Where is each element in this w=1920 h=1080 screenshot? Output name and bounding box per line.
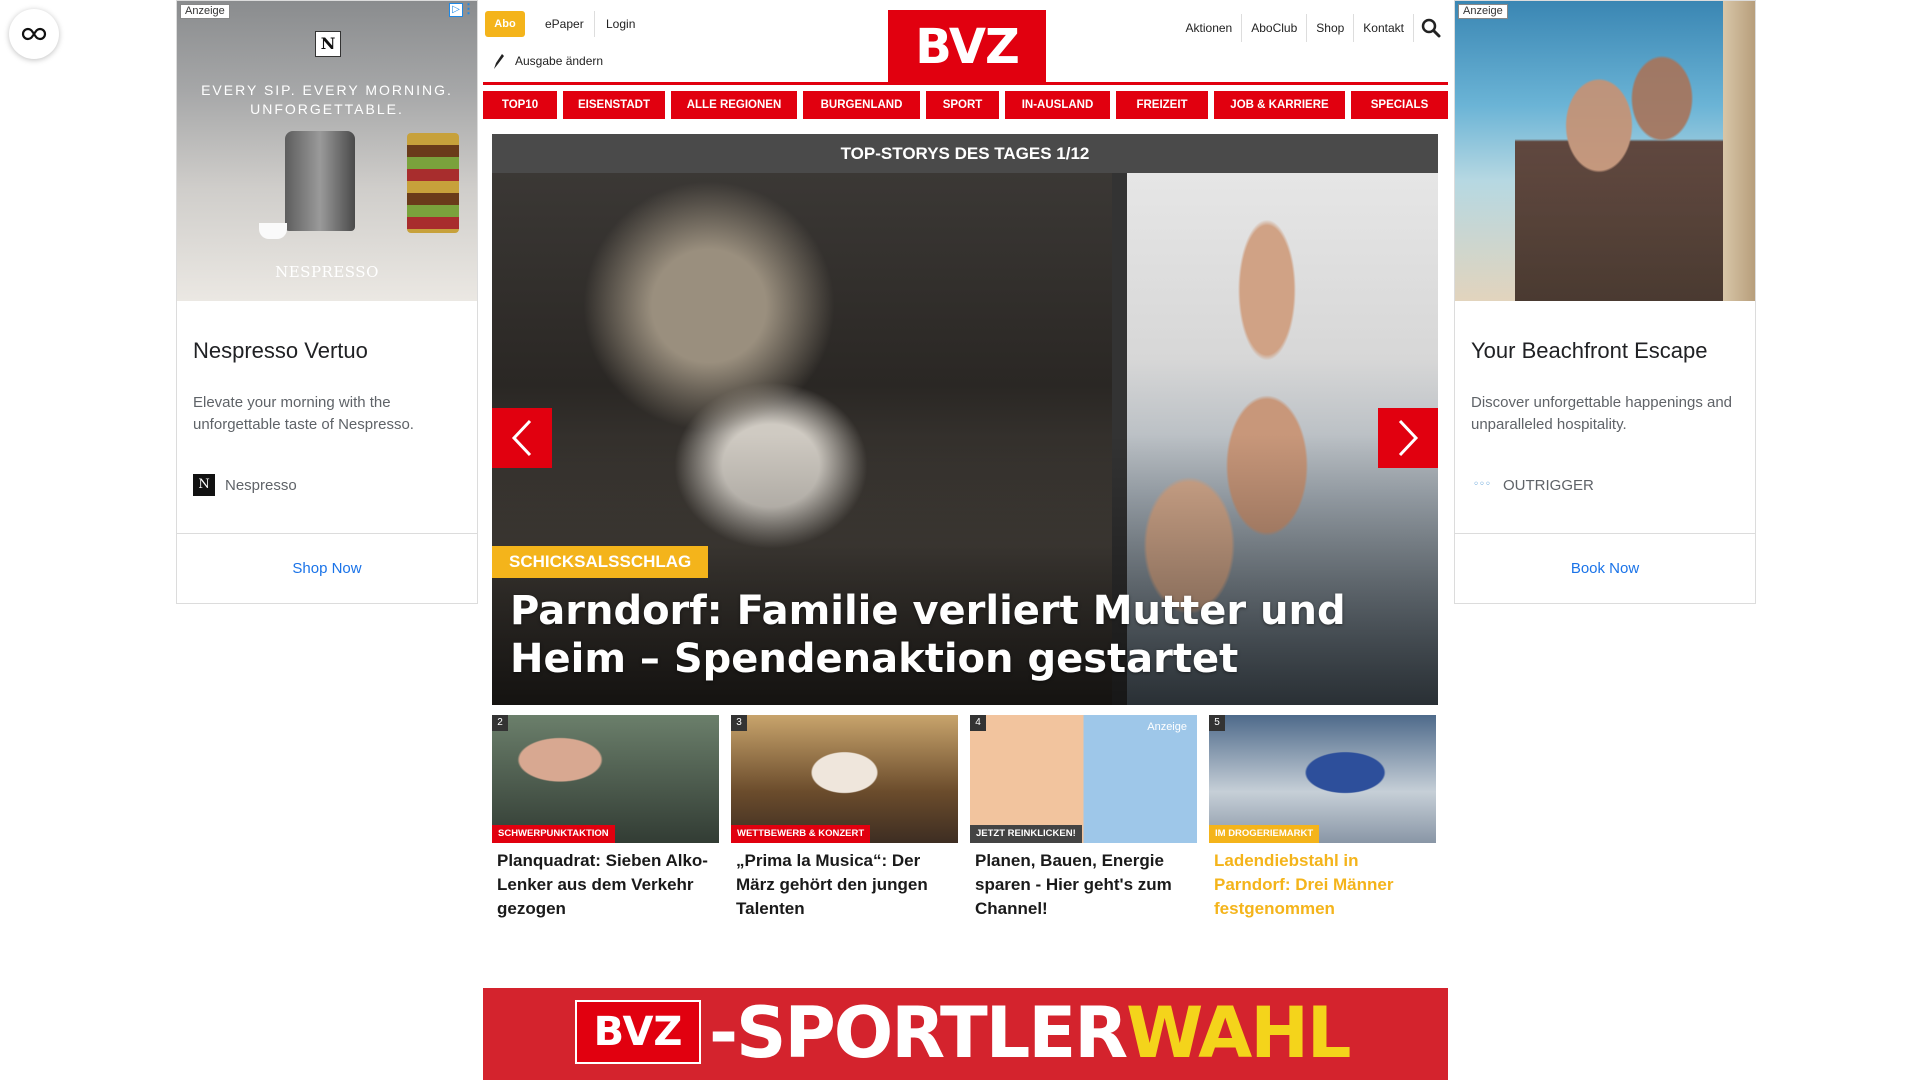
banner-text-yellow: WAHL — [1126, 992, 1351, 1074]
teaser-title[interactable]: Ladendiebstahl in Parndorf: Drei Männer … — [1209, 849, 1436, 921]
ad-description: Elevate your morning with the unforgetta… — [193, 394, 414, 433]
site-header: Abo ePaper Login Ausgabe ändern BVZ Akti… — [483, 0, 1448, 88]
capsules-image — [407, 133, 459, 233]
teaser-card[interactable]: 4 Anzeige JETZT REINKLICKEN! Planen, Bau… — [970, 715, 1197, 925]
accessibility-toggle-button[interactable] — [9, 9, 59, 59]
cup-image — [259, 223, 287, 239]
nav-alle-regionen[interactable]: ALLE REGIONEN — [671, 91, 797, 119]
teaser-number: 3 — [731, 715, 747, 731]
left-ad[interactable]: Anzeige ▷ ⋮ N EVERY SIP. EVERY MORNING. … — [176, 0, 478, 604]
right-ad[interactable]: Anzeige ▷ ⋮ Your Beachfront Escape Disco… — [1454, 0, 1756, 604]
top-story-slider[interactable]: TOP-STORYS DES TAGES 1/12 SCHICKSALSSCHL… — [492, 134, 1438, 705]
edition-change-link[interactable]: Ausgabe ändern — [491, 52, 603, 70]
story-kicker: SCHICKSALSSCHLAG — [492, 546, 709, 578]
banner-bvz-logo: BVZ — [575, 1000, 701, 1064]
abo-button[interactable]: Abo — [485, 11, 525, 37]
advertiser-name: Nespresso — [225, 476, 297, 494]
nespresso-logo: N — [315, 31, 341, 57]
teaser-badge: SCHWERPUNKTAKTION — [492, 825, 615, 843]
banner-text-white: -SPORTLER — [709, 992, 1128, 1074]
teaser-ad-label: Anzeige — [1147, 721, 1187, 733]
edit-pen-icon — [494, 54, 504, 69]
advertiser-logo: N — [193, 474, 215, 496]
teaser-title[interactable]: Planen, Bauen, Energie sparen - Hier geh… — [970, 849, 1197, 921]
search-icon — [1421, 18, 1441, 38]
nespresso-wordmark: NESPRESSO — [275, 263, 379, 281]
nav-eisenstadt[interactable]: EISENSTADT — [563, 91, 665, 119]
aktionen-link[interactable]: Aktionen — [1177, 14, 1243, 42]
teaser-title[interactable]: „Prima la Musica“: Der März gehört den j… — [731, 849, 958, 921]
teaser-image[interactable]: 2 SCHWERPUNKTAKTION — [492, 715, 719, 843]
teaser-card[interactable]: 5 IM DROGERIEMARKT Ladendiebstahl in Par… — [1209, 715, 1436, 925]
banner-headline: -SPORTLERWAHL — [709, 992, 1352, 1074]
teaser-image[interactable]: 3 WETTBEWERB & KONZERT — [731, 715, 958, 843]
divider — [594, 11, 595, 37]
chevron-right-icon — [1398, 419, 1419, 457]
story-headline[interactable]: Parndorf: Familie verliert Mutter und He… — [510, 587, 1425, 683]
book-now-button[interactable]: Book Now — [1455, 533, 1755, 603]
shop-link[interactable]: Shop — [1307, 14, 1355, 42]
bvz-logo[interactable]: BVZ — [888, 10, 1046, 84]
teaser-row: 2 SCHWERPUNKTAKTION Planquadrat: Sieben … — [492, 715, 1438, 925]
coffee-machine-image — [285, 131, 355, 231]
login-link[interactable]: Login — [606, 11, 635, 37]
pillar-decoration — [1723, 1, 1755, 301]
service-links: Aktionen AboClub Shop Kontakt — [1177, 14, 1448, 42]
ad-image-nespresso[interactable]: Anzeige ▷ ⋮ N EVERY SIP. EVERY MORNING. … — [177, 1, 477, 301]
sportlerwahl-banner[interactable]: BVZ -SPORTLERWAHL — [483, 988, 1448, 1080]
adchoices-icon[interactable]: ▷ — [449, 3, 463, 17]
ad-label: Anzeige — [1458, 4, 1508, 19]
teaser-number: 4 — [970, 715, 986, 731]
slider-prev-button[interactable] — [492, 408, 552, 468]
header-divider — [483, 82, 1448, 85]
ad-title[interactable]: Your Beachfront Escape — [1471, 337, 1739, 365]
teaser-badge: WETTBEWERB & KONZERT — [731, 825, 871, 843]
main-navigation: TOP10 EISENSTADT ALLE REGIONEN BURGENLAN… — [483, 91, 1448, 119]
teaser-card[interactable]: 3 WETTBEWERB & KONZERT „Prima la Musica“… — [731, 715, 958, 925]
teaser-card[interactable]: 2 SCHWERPUNKTAKTION Planquadrat: Sieben … — [492, 715, 719, 925]
nav-job-karriere[interactable]: JOB & KARRIERE — [1214, 91, 1345, 119]
teaser-image[interactable]: 4 Anzeige JETZT REINKLICKEN! — [970, 715, 1197, 843]
ad-advertiser[interactable]: ◦◦◦ OUTRIGGER — [1471, 474, 1739, 496]
advertiser-name: OUTRIGGER — [1503, 476, 1594, 494]
search-button[interactable] — [1414, 14, 1448, 42]
teaser-number: 2 — [492, 715, 508, 731]
kontakt-link[interactable]: Kontakt — [1354, 14, 1414, 42]
family-photo — [1515, 31, 1725, 301]
slider-next-button[interactable] — [1378, 408, 1438, 468]
ad-description: Discover unforgettable happenings and un… — [1471, 394, 1733, 433]
ad-slogan: EVERY SIP. EVERY MORNING. UNFORGETTABLE. — [201, 82, 453, 117]
nav-in-ausland[interactable]: IN-AUSLAND — [1005, 91, 1110, 119]
shop-now-button[interactable]: Shop Now — [177, 533, 477, 603]
ad-title[interactable]: Nespresso Vertuo — [193, 337, 461, 365]
aboclub-link[interactable]: AboClub — [1242, 14, 1308, 42]
advertiser-logo: ◦◦◦ — [1473, 479, 1491, 490]
nav-top10[interactable]: TOP10 — [483, 91, 557, 119]
nav-burgenland[interactable]: BURGENLAND — [803, 91, 920, 119]
ad-advertiser[interactable]: N Nespresso — [193, 474, 461, 496]
teaser-image[interactable]: 5 IM DROGERIEMARKT — [1209, 715, 1436, 843]
ad-image-beach[interactable]: Anzeige ▷ ⋮ — [1455, 1, 1755, 301]
nav-freizeit[interactable]: FREIZEIT — [1116, 91, 1208, 119]
epaper-link[interactable]: ePaper — [545, 11, 584, 37]
chevron-left-icon — [511, 419, 532, 457]
nav-specials[interactable]: SPECIALS — [1351, 91, 1448, 119]
infinity-icon — [21, 27, 47, 41]
edition-change-label: Ausgabe ändern — [515, 54, 604, 68]
teaser-badge: IM DROGERIEMARKT — [1209, 825, 1320, 843]
nav-sport[interactable]: SPORT — [926, 91, 999, 119]
top-story-heading: TOP-STORYS DES TAGES 1/12 — [492, 134, 1438, 173]
ad-menu-icon[interactable]: ⋮ — [462, 2, 475, 16]
teaser-title[interactable]: Planquadrat: Sieben Alko-Lenker aus dem … — [492, 849, 719, 921]
teaser-number: 5 — [1209, 715, 1225, 731]
ad-label: Anzeige — [180, 4, 230, 19]
teaser-badge: JETZT REINKLICKEN! — [970, 825, 1082, 843]
